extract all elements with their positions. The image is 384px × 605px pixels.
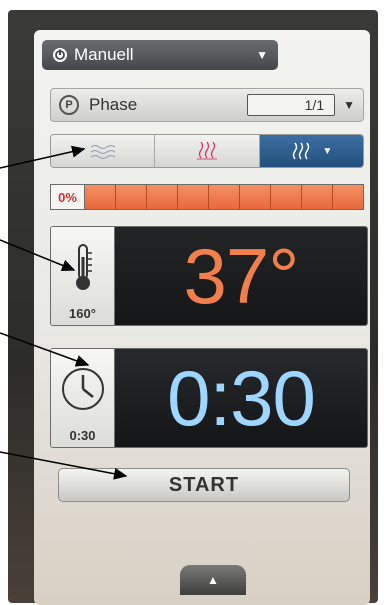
phase-dropdown-icon[interactable]: ▼ <box>343 98 355 112</box>
device-bezel: Manuell ▼ P Phase 1/1 ▼ ▼ 0% 160° 37° 0:… <box>8 10 378 605</box>
temperature-setpoint-button[interactable]: 160° <box>51 227 115 325</box>
clock-icon <box>61 368 104 410</box>
cooking-mode-selector: ▼ <box>50 134 364 168</box>
time-setpoint: 0:30 <box>69 428 96 443</box>
time-readout: 0:30 <box>115 349 367 447</box>
mode-dropdown-icon[interactable]: ▼ <box>322 146 332 157</box>
phase-counter: 1/1 <box>247 94 336 116</box>
dropdown-arrow-icon: ▼ <box>256 48 268 62</box>
program-p-icon: P <box>59 95 79 115</box>
program-title: Manuell <box>74 45 134 64</box>
humidity-segment <box>333 185 363 209</box>
humidity-segment <box>209 185 240 209</box>
time-panel[interactable]: 0:30 0:30 <box>50 348 368 448</box>
program-dropdown[interactable]: Manuell ▼ <box>42 40 278 70</box>
temperature-panel[interactable]: 160° 37° <box>50 226 368 326</box>
steam-icon <box>90 144 116 160</box>
humidity-bar[interactable]: 0% <box>50 184 364 210</box>
expand-panel-button[interactable]: ▲ <box>180 565 246 595</box>
combi-icon <box>196 141 217 160</box>
chevron-up-icon: ▲ <box>207 573 219 587</box>
phase-label: Phase <box>89 95 138 114</box>
temperature-readout: 37° <box>115 227 367 325</box>
humidity-segment <box>271 185 302 209</box>
humidity-percent: 0% <box>51 185 85 209</box>
power-icon <box>53 48 67 62</box>
phase-selector[interactable]: P Phase 1/1 ▼ <box>50 88 364 122</box>
oven-screen: Manuell ▼ P Phase 1/1 ▼ ▼ 0% 160° 37° 0:… <box>34 30 370 605</box>
time-setpoint-button[interactable]: 0:30 <box>51 349 115 447</box>
humidity-segment <box>85 185 116 209</box>
mode-hot-air[interactable]: ▼ <box>259 135 363 167</box>
humidity-segment <box>147 185 178 209</box>
humidity-segment <box>178 185 209 209</box>
mode-combi[interactable] <box>155 135 260 167</box>
thermometer-icon <box>75 244 92 290</box>
hot-air-icon <box>293 142 310 160</box>
mode-steam[interactable] <box>51 135 156 167</box>
start-button[interactable]: START <box>58 468 350 502</box>
humidity-segment <box>302 185 333 209</box>
humidity-segment <box>116 185 147 209</box>
temperature-setpoint: 160° <box>69 306 96 321</box>
humidity-segment <box>240 185 271 209</box>
